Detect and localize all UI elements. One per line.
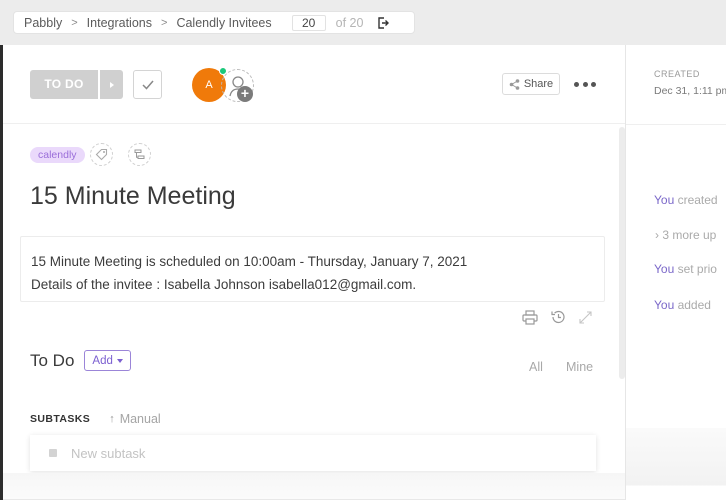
activity-panel: CREATED Dec 31, 1:11 pm You created › 3 … xyxy=(625,45,726,500)
created-date: Dec 31, 1:11 pm xyxy=(654,85,726,97)
breadcrumb-item-integrations[interactable]: Integrations xyxy=(87,16,152,30)
breadcrumb-separator: > xyxy=(161,16,168,29)
breadcrumb-item-pabbly[interactable]: Pabbly xyxy=(24,16,62,30)
top-bar: Pabbly > Integrations > Calendly Invitee… xyxy=(0,0,726,45)
expand-icon[interactable] xyxy=(578,310,593,325)
task-description[interactable]: 15 Minute Meeting is scheduled on 10:00a… xyxy=(20,236,605,302)
history-icon[interactable] xyxy=(550,309,566,325)
breadcrumb: Pabbly > Integrations > Calendly Invitee… xyxy=(13,11,415,34)
plus-icon[interactable]: + xyxy=(237,86,253,102)
complete-checkmark-button[interactable] xyxy=(133,70,162,99)
created-label: CREATED xyxy=(654,69,700,79)
todo-header: To Do Add xyxy=(30,350,131,371)
todo-title: To Do xyxy=(30,350,75,370)
filter-mine[interactable]: Mine xyxy=(566,360,593,374)
divider xyxy=(626,124,726,125)
activity-actor[interactable]: You xyxy=(654,262,674,276)
status-label[interactable]: TO DO xyxy=(30,70,98,99)
filter-all[interactable]: All xyxy=(529,360,543,374)
tag-icon[interactable] xyxy=(89,143,113,166)
activity-item: You set prio xyxy=(654,262,717,276)
page-number-input[interactable]: 20 xyxy=(291,14,326,31)
tag-calendly[interactable]: calendly xyxy=(30,146,85,163)
more-options-icon[interactable] xyxy=(574,76,596,92)
activity-text: set prio xyxy=(674,262,717,276)
add-label: Add xyxy=(92,354,113,367)
activity-text: created xyxy=(674,193,718,207)
comment-area xyxy=(626,428,726,500)
breadcrumb-item-calendly-invitees[interactable]: Calendly Invitees xyxy=(176,16,271,30)
online-status-dot xyxy=(219,67,227,75)
description-line: Details of the invitee : Isabella Johnso… xyxy=(31,277,417,292)
share-button[interactable]: Share xyxy=(502,73,560,95)
task-title[interactable]: 15 Minute Meeting xyxy=(30,182,236,211)
task-header: TO DO A + Share xyxy=(3,45,625,124)
subtask-structure-icon[interactable] xyxy=(127,143,151,166)
tag-row: calendly xyxy=(30,143,151,166)
activity-text: added xyxy=(674,298,711,312)
new-subtask-row[interactable] xyxy=(30,435,596,471)
sort-arrow-up-icon[interactable]: ↑ xyxy=(109,413,115,425)
checkmark-icon xyxy=(141,80,154,90)
activity-actor[interactable]: You xyxy=(654,298,674,312)
new-subtask-input[interactable] xyxy=(71,445,471,461)
bottom-footer xyxy=(3,473,625,500)
exit-icon[interactable] xyxy=(377,16,390,29)
sort-manual[interactable]: Manual xyxy=(120,412,161,426)
print-icon[interactable] xyxy=(522,309,538,325)
share-label: Share xyxy=(523,78,554,90)
add-checklist-button[interactable]: Add xyxy=(84,350,131,371)
subtasks-label: SUBTASKS xyxy=(30,413,91,425)
status-next-arrow-icon[interactable] xyxy=(98,70,123,99)
description-toolbar xyxy=(522,309,593,325)
task-main-panel: TO DO A + Share calendly 15 Minute Meeti… xyxy=(3,45,625,500)
status-button[interactable]: TO DO xyxy=(30,70,123,99)
page-total: of 20 xyxy=(335,15,364,30)
share-icon xyxy=(509,78,520,90)
activity-text[interactable]: › 3 more up xyxy=(655,228,716,242)
subtasks-header: SUBTASKS ↑ Manual xyxy=(30,412,161,426)
subtask-checkbox-icon xyxy=(49,449,57,457)
activity-item: You created xyxy=(654,193,718,207)
more-updates-toggle[interactable]: › 3 more up xyxy=(655,228,716,242)
caret-down-icon xyxy=(116,358,123,363)
description-line: 15 Minute Meeting is scheduled on 10:00a… xyxy=(31,254,468,269)
activity-item: You added xyxy=(654,298,711,312)
activity-actor[interactable]: You xyxy=(654,193,674,207)
breadcrumb-separator: > xyxy=(71,16,78,29)
